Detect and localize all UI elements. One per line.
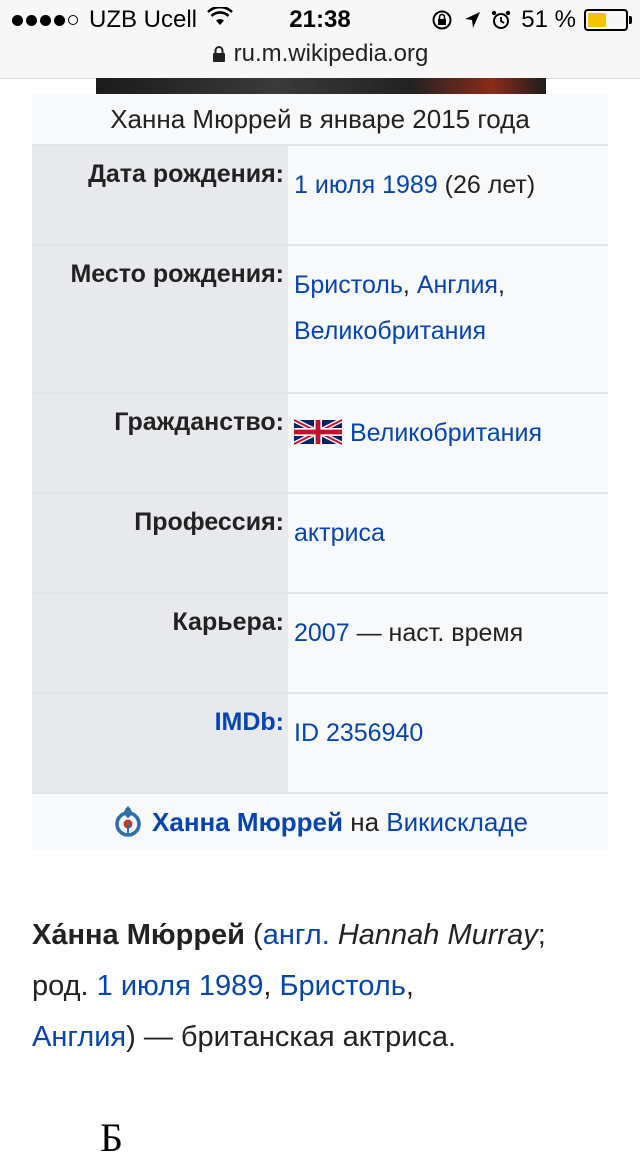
infobox-row-birth-date: Дата рождения: 1 июля 1989 (26 лет) (32, 144, 608, 244)
row-label: IMDb: (32, 694, 288, 792)
separator: , (497, 271, 505, 299)
description-text: ) — британская актриса. (126, 1021, 457, 1053)
status-right: 51 % (421, 6, 632, 34)
row-value: ID 2356940 (288, 694, 608, 792)
battery-percent: 51 % (521, 6, 576, 33)
battery-icon (584, 9, 632, 31)
profession-link[interactable]: актриса (294, 519, 385, 547)
semicolon: ; (537, 919, 546, 951)
row-value: 2007 — наст. время (288, 594, 608, 692)
citizenship-link[interactable]: Великобритания (350, 419, 542, 447)
article-lead-paragraph: Ха́нна Мю́ррей (англ. Hannah Murray; род… (32, 910, 612, 1063)
age-text: (26 лет) (437, 171, 536, 199)
image-caption: Ханна Мюррей в январе 2015 года (32, 94, 608, 144)
row-label: Профессия: (32, 494, 288, 592)
original-name: Hannah Murray (329, 919, 538, 951)
paren-open: ( (245, 919, 263, 951)
address-bar[interactable]: ru.m.wikipedia.org (0, 40, 640, 79)
row-label: Дата рождения: (32, 146, 288, 244)
infobox-image[interactable] (96, 78, 546, 94)
birth-date-link[interactable]: 1 июля 1989 (294, 171, 438, 199)
career-rest-text: — наст. время (349, 619, 524, 647)
status-bar: UZB Ucell 21:38 51 % (0, 0, 640, 40)
uk-flag-icon[interactable] (292, 414, 344, 460)
state-link[interactable]: Великобритания (294, 317, 486, 345)
url-text: ru.m.wikipedia.org (233, 40, 429, 67)
commons-site-link[interactable]: Викискладе (386, 807, 528, 838)
country-link[interactable]: Англия (417, 271, 498, 299)
city-link[interactable]: Бристоль (294, 271, 403, 299)
row-value: 1 июля 1989 (26 лет) (288, 146, 608, 244)
career-start-link[interactable]: 2007 (294, 619, 350, 647)
location-arrow-icon (463, 10, 481, 30)
separator: , (402, 271, 417, 299)
city-link[interactable]: Бристоль (279, 970, 405, 1002)
infobox-row-career: Карьера: 2007 — наст. время (32, 592, 608, 692)
lang-abbr-link[interactable]: англ. (263, 919, 330, 951)
row-value: Бристоль, Англия, Великобритания (288, 246, 608, 392)
commons-on-text: на (343, 806, 387, 837)
infobox-row-imdb: IMDb: ID 2356940 (32, 692, 608, 792)
country-link[interactable]: Англия (32, 1021, 126, 1053)
lock-icon (212, 42, 226, 70)
born-text: род. (32, 970, 97, 1002)
commons-link-row: Ханна Мюррей на Викискладе (32, 792, 608, 850)
commons-name-link[interactable]: Ханна Мюррей (152, 807, 343, 838)
section-heading: Б (100, 1115, 123, 1160)
article-subject-name: Ха́нна Мю́ррей (32, 919, 245, 951)
birth-date-link[interactable]: 1 июля 1989 (97, 970, 264, 1002)
infobox-row-birth-place: Место рождения: Бристоль, Англия, Велико… (32, 244, 608, 392)
imdb-id-link[interactable]: ID 2356940 (294, 719, 423, 747)
comma: , (405, 970, 414, 1002)
row-label: Карьера: (32, 594, 288, 692)
rotation-lock-icon (431, 9, 453, 31)
infobox: Ханна Мюррей в январе 2015 года Дата рож… (32, 94, 608, 850)
wikimedia-commons-icon (112, 804, 144, 840)
comma: , (263, 970, 280, 1002)
infobox-row-profession: Профессия: актриса (32, 492, 608, 592)
alarm-icon (491, 10, 511, 30)
infobox-row-citizenship: Гражданство: Великобритания (32, 392, 608, 492)
row-label: Гражданство: (32, 394, 288, 492)
row-value: актриса (288, 494, 608, 592)
row-value: Великобритания (288, 394, 608, 492)
imdb-label-link[interactable]: IMDb: (215, 708, 284, 736)
row-label: Место рождения: (32, 246, 288, 392)
